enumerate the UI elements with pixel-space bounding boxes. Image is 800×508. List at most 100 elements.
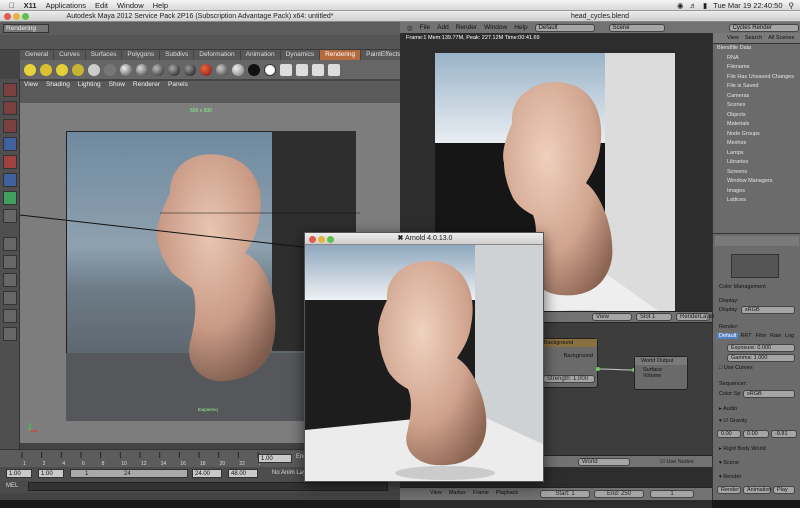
timeline-menu-playback[interactable]: Playback [496, 490, 518, 496]
select-tool-icon[interactable] [3, 83, 17, 97]
material-sphere-icon[interactable] [168, 63, 180, 76]
outliner-item[interactable]: Blendfile Data [713, 44, 800, 54]
outliner-item[interactable]: Window Managers [713, 177, 800, 187]
outliner-item[interactable]: Filename [713, 63, 800, 73]
minimize-icon[interactable] [13, 13, 20, 20]
audio-header[interactable]: ▸ Audio [719, 406, 737, 412]
gravity-z-field[interactable]: -9.81 [771, 430, 797, 438]
shelf-tab-dynamics[interactable]: Dynamics [281, 50, 321, 60]
viewport-menu-view[interactable]: View [20, 81, 42, 91]
shader-ball-icon[interactable] [200, 63, 212, 76]
menu-applications[interactable]: Applications [46, 1, 86, 10]
gravity-header[interactable]: ▾ ☑ Gravity [719, 418, 747, 424]
rotate-tool-icon[interactable] [3, 155, 17, 169]
use-nodes-toggle[interactable]: ☑ Use Nodes [660, 459, 694, 465]
use-curves-checkbox[interactable]: □ Use Curves [719, 365, 753, 371]
gamma-field[interactable]: Gamma: 1.000 [727, 354, 795, 362]
gravity-x-field[interactable]: 0.00 [717, 430, 741, 438]
zoom-icon[interactable] [327, 235, 334, 243]
point-light-icon[interactable] [56, 63, 68, 76]
shelf-tab-curves[interactable]: Curves [54, 50, 86, 60]
viewport-menu-show[interactable]: Show [105, 81, 129, 91]
layout-hypershade-icon[interactable] [3, 327, 17, 341]
layout-split-icon[interactable] [3, 273, 17, 287]
viewport-menu-lighting[interactable]: Lighting [74, 81, 105, 91]
shelf-tab-general[interactable]: General [20, 50, 55, 60]
outliner-item[interactable]: Objects [713, 111, 800, 121]
tab-log[interactable]: Log [783, 333, 796, 339]
outliner-item[interactable]: Scenes [713, 101, 800, 111]
shelf-tab-rendering[interactable]: Rendering [320, 50, 362, 60]
last-tool-icon[interactable] [3, 209, 17, 223]
checker-icon[interactable] [328, 63, 340, 76]
paint-select-icon[interactable] [3, 119, 17, 133]
outliner-item[interactable]: Libraries [713, 158, 800, 168]
material-sphere-icon[interactable] [120, 63, 132, 76]
timeline-menu-marker[interactable]: Marker [449, 490, 466, 496]
render-section-header[interactable]: ▾ Render [719, 474, 741, 480]
outliner-item[interactable]: Node Groups [713, 130, 800, 140]
viewport-menu-panels[interactable]: Panels [164, 81, 192, 91]
minimize-icon[interactable] [318, 235, 325, 243]
world-datablock[interactable]: World [578, 457, 630, 466]
tab-film[interactable]: Film [754, 333, 768, 339]
manipulator-icon[interactable] [3, 191, 17, 205]
tab-default[interactable]: Default [717, 333, 739, 339]
menu-help[interactable]: Help [514, 24, 527, 31]
clock[interactable]: Tue Mar 19 22:40:50 [713, 1, 782, 10]
spotlight-icon[interactable]: ⚲ [789, 1, 795, 10]
shelf-tab-surfaces[interactable]: Surfaces [86, 50, 123, 60]
world-output-node[interactable]: World Output Surface Volume [634, 356, 688, 390]
shelf-tab-polygons[interactable]: Polygons [122, 50, 161, 60]
outliner-item[interactable]: Screens [713, 168, 800, 178]
scale-tool-icon[interactable] [3, 173, 17, 187]
render-button[interactable]: Render [717, 486, 741, 494]
close-icon[interactable] [309, 235, 316, 243]
rigid-body-world-header[interactable]: ▸ Rigid Body World [719, 446, 766, 452]
lasso-tool-icon[interactable] [3, 101, 17, 115]
outliner-item[interactable]: Lattices [713, 196, 800, 206]
shelf-tab-subdivs[interactable]: Subdivs [160, 50, 195, 60]
outliner-item[interactable]: File Has Unsaved Changes [713, 73, 800, 83]
black-sphere-icon[interactable] [248, 63, 260, 76]
mel-input[interactable] [28, 482, 388, 491]
material-sphere-icon[interactable] [232, 63, 244, 76]
animation-button[interactable]: Animation [743, 486, 771, 494]
wifi-icon[interactable]: ◉ [677, 1, 684, 10]
menu-render[interactable]: Render [456, 24, 477, 31]
tab-raw[interactable]: Raw [768, 333, 783, 339]
end-frame-field[interactable]: End: 250 [594, 490, 644, 498]
checker-icon[interactable] [312, 63, 324, 76]
layout-single-icon[interactable] [3, 237, 17, 251]
viewport-menu-shading[interactable]: Shading [42, 81, 74, 91]
material-sphere-icon[interactable] [136, 63, 148, 76]
current-frame-field[interactable]: 1 [650, 490, 694, 498]
outliner-item[interactable]: RNA [713, 54, 800, 64]
checker-icon[interactable] [296, 63, 308, 76]
layout-persp-outliner-icon[interactable] [3, 291, 17, 305]
battery-icon[interactable]: ▮ [703, 1, 707, 10]
exposure-field[interactable]: Exposure: 0.000 [727, 344, 795, 352]
properties-context-tabs[interactable] [715, 236, 799, 246]
shelf-tab-deformation[interactable]: Deformation [194, 50, 241, 60]
gravity-y-field[interactable]: 0.00 [743, 430, 769, 438]
scene-dropdown[interactable]: Scene [608, 23, 665, 32]
outliner-item[interactable]: File is Saved [713, 82, 800, 92]
render-engine-dropdown[interactable]: Cycles Render [728, 23, 799, 32]
outliner-item[interactable]: Lamps [713, 149, 800, 159]
outliner-menu-search[interactable]: Search [745, 35, 762, 41]
menu-file[interactable]: File [420, 24, 430, 31]
playback-end-field[interactable]: 24.00 [192, 469, 222, 478]
material-sphere-icon[interactable] [152, 63, 164, 76]
color-space-dropdown[interactable]: sRGB [743, 390, 795, 398]
menu-window[interactable]: Window [484, 24, 507, 31]
shelf-tab-animation[interactable]: Animation [241, 50, 281, 60]
color-management-header[interactable]: Color Management [719, 284, 766, 290]
menu-add[interactable]: Add [437, 24, 449, 31]
scene-section-header[interactable]: ▾ Scene [719, 460, 739, 466]
outliner-menu-view[interactable]: View [727, 35, 739, 41]
timeline-menu-view[interactable]: View [430, 490, 442, 496]
start-frame-field[interactable]: Start: 1 [540, 490, 590, 498]
outliner-item[interactable]: Cameras [713, 92, 800, 102]
tab-rrt[interactable]: RRT [738, 333, 753, 339]
